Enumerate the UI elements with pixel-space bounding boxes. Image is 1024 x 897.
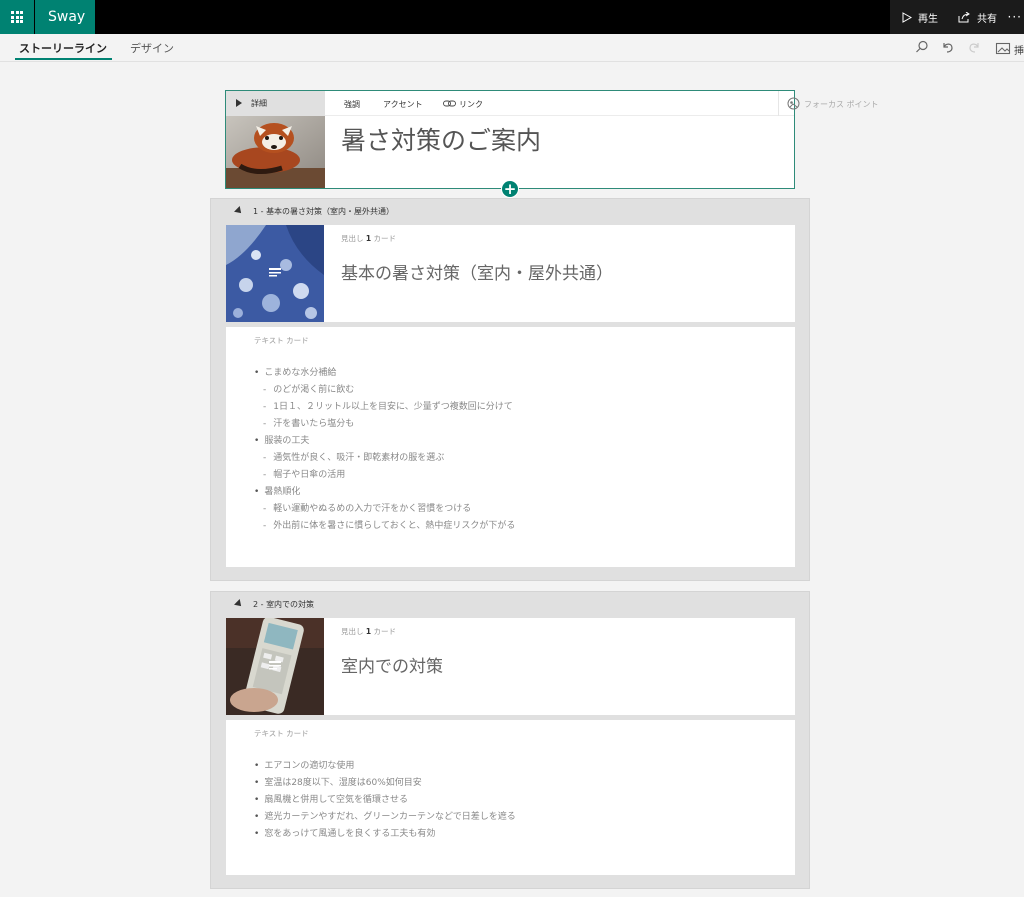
insert-label[interactable]: 挿 xyxy=(1014,42,1024,57)
top-bar: Sway 再生 共有 ··· xyxy=(0,0,1024,34)
undo-icon[interactable] xyxy=(940,39,956,55)
title-image-red-panda[interactable] xyxy=(226,116,325,188)
bullet-item[interactable]: 遮光カーテンやすだれ、グリーンカーテンなどで日差しを遮る xyxy=(254,809,784,826)
share-icon xyxy=(958,11,970,22)
bullet-text: 窓をあっけて風通しを良くする工夫も有効 xyxy=(264,829,436,839)
heading-image-blue-cloth[interactable] xyxy=(226,225,324,322)
accent-button[interactable]: アクセント xyxy=(383,99,423,110)
title-card[interactable]: 詳細 強調 アクセント リンク フォーカス ポイント 暑さ対策のご案内 xyxy=(225,90,879,189)
bullet-text: 遮光カーテンやすだれ、グリーンカーテンなどで日差しを遮る xyxy=(264,812,516,822)
emphasis-button[interactable]: 強調 xyxy=(344,99,360,110)
text-card-type-label: テキスト カード xyxy=(254,729,309,738)
collapse-icon[interactable] xyxy=(234,206,244,216)
section-header[interactable]: 1 - 基本の暑さ対策（室内・屋外共通） xyxy=(211,199,809,225)
heading-image-remote[interactable] xyxy=(226,618,324,715)
collapse-icon[interactable] xyxy=(234,599,244,609)
heading-card[interactable]: 見出し 1 カード 基本の暑さ対策（室内・屋外共通） xyxy=(226,225,795,322)
sub-bullet-item[interactable]: 1日１、２リットル以上を目安に、少量ずつ複数回に分けて xyxy=(254,399,784,416)
sub-bullet-item[interactable]: 軽い運動やぬるめの入力で汗をかく習慣をつける xyxy=(254,501,784,518)
active-tab-underline xyxy=(15,58,112,60)
add-card-button[interactable]: + xyxy=(501,180,519,198)
sub-bullet-item[interactable]: 通気性が良く、吸汗・即乾素材の服を選ぶ xyxy=(254,450,784,467)
sub-bullet-item[interactable]: のどが渇く前に飲む xyxy=(254,382,784,399)
red-panda-image xyxy=(226,116,325,188)
more-options-icon[interactable]: ··· xyxy=(1008,10,1022,24)
text-card[interactable]: テキスト カード こまめな水分補給のどが渇く前に飲む 1日１、２リットル以上を目安… xyxy=(226,327,795,567)
bullet-item[interactable]: エアコンの適切な使用 xyxy=(254,758,784,775)
details-toggle[interactable]: 詳細 xyxy=(226,91,325,116)
bullet-text: 室温は28度以下、湿度は60%如何目安 xyxy=(264,778,422,788)
bullet-text: こまめな水分補給 xyxy=(264,368,337,378)
bullet-item[interactable]: 扇風機と併用して空気を循環させる xyxy=(254,792,784,809)
sub-bullet-item[interactable]: 外出前に体を暑さに慣らしておくと、熱中症リスクが下がる xyxy=(254,518,784,535)
share-label: 共有 xyxy=(977,13,997,25)
expand-icon xyxy=(236,99,242,107)
bullet-text: 汗を書いたら塩分も xyxy=(273,419,355,429)
link-label: リンク xyxy=(459,100,483,109)
waffle-icon xyxy=(11,11,23,23)
bullet-text: 通気性が良く、吸汗・即乾素材の服を選ぶ xyxy=(273,453,445,463)
heading-card[interactable]: 見出し 1 カード 室内での対策 xyxy=(226,618,795,715)
section-title: 2 - 室内での対策 xyxy=(253,600,315,609)
section-heading[interactable]: 室内での対策 xyxy=(341,652,443,677)
app-brand[interactable]: Sway xyxy=(35,0,95,34)
text-card-type-label: テキスト カード xyxy=(254,336,309,345)
insert-image-icon[interactable] xyxy=(995,41,1011,57)
image-caption-icon xyxy=(269,268,281,277)
section-title: 1 - 基本の暑さ対策（室内・屋外共通） xyxy=(253,207,395,216)
bullet-text: 1日１、２リットル以上を目安に、少量ずつ複数回に分けて xyxy=(273,402,513,412)
section-group-1: 1 - 基本の暑さ対策（室内・屋外共通） 見出し 1 カード 基本の暑さ対策（室… xyxy=(210,198,810,581)
link-button[interactable]: リンク xyxy=(443,99,483,110)
section-group-2: 2 - 室内での対策 見出し 1 カード 室内での対策 テキスト カード • エ… xyxy=(210,591,810,889)
share-button[interactable]: 共有 xyxy=(958,0,997,34)
card-type-label: 見出し 1 カード xyxy=(341,234,396,243)
bullet-text: 軽い運動やぬるめの入力で汗をかく習慣をつける xyxy=(273,504,472,514)
tab-storyline[interactable]: ストーリーライン xyxy=(19,40,107,56)
sub-bullet-item[interactable]: 汗を書いたら塩分も xyxy=(254,416,784,433)
play-button[interactable]: 再生 xyxy=(902,0,938,34)
bullet-list[interactable]: こまめな水分補給のどが渇く前に飲む 1日１、２リットル以上を目安に、少量ずつ複数回… xyxy=(254,365,784,535)
details-label: 詳細 xyxy=(251,99,267,108)
story-title[interactable]: 暑さ対策のご案内 xyxy=(341,121,541,157)
focus-point-label: フォーカス ポイント xyxy=(804,100,879,109)
section-header[interactable]: 2 - 室内での対策 xyxy=(211,592,809,618)
bullet-text: のどが渇く前に飲む xyxy=(273,385,355,395)
bullet-text: 服装の工夫 xyxy=(264,436,310,446)
bullet-text: 帽子や日傘の活用 xyxy=(273,470,346,480)
text-card[interactable]: テキスト カード エアコンの適切な使用室温は28度以下、湿度は60%如何目安扇風… xyxy=(226,720,795,875)
bullet-text: 暑熱順化 xyxy=(264,487,301,497)
bullet-text: 扇風機と併用して空気を循環させる xyxy=(264,795,409,805)
format-toolbar: 強調 アクセント リンク フォーカス ポイント xyxy=(325,91,879,116)
tab-bar: ストーリーライン デザイン 挿 xyxy=(0,34,1024,62)
bullet-item[interactable]: 室温は28度以下、湿度は60%如何目安 xyxy=(254,775,784,792)
image-caption-icon xyxy=(269,661,281,670)
bullet-list[interactable]: エアコンの適切な使用室温は28度以下、湿度は60%如何目安扇風機と併用して空気を… xyxy=(254,758,784,843)
bullet-item[interactable]: 服装の工夫 xyxy=(254,433,784,450)
card-type-label: 見出し 1 カード xyxy=(341,627,396,636)
bullet-item[interactable]: 窓をあっけて風通しを良くする工夫も有効 xyxy=(254,826,784,843)
section-heading[interactable]: 基本の暑さ対策（室内・屋外共通） xyxy=(341,259,613,284)
bullet-item[interactable]: 暑熱順化 xyxy=(254,484,784,501)
link-icon xyxy=(443,100,456,107)
top-actions: 再生 共有 ··· xyxy=(890,0,1024,34)
redo-icon[interactable] xyxy=(966,39,982,55)
bullet-text: エアコンの適切な使用 xyxy=(264,761,355,771)
play-icon xyxy=(902,11,912,23)
play-label: 再生 xyxy=(918,13,938,25)
tab-design[interactable]: デザイン xyxy=(130,40,174,56)
app-launcher-button[interactable] xyxy=(0,0,34,34)
bullet-text: 外出前に体を暑さに慣らしておくと、熱中症リスクが下がる xyxy=(273,521,516,531)
search-icon[interactable] xyxy=(914,39,930,55)
sub-bullet-item[interactable]: 帽子や日傘の活用 xyxy=(254,467,784,484)
focus-point-button[interactable]: フォーカス ポイント xyxy=(778,91,893,116)
bullet-item[interactable]: こまめな水分補給 xyxy=(254,365,784,382)
focus-point-icon xyxy=(787,97,800,110)
